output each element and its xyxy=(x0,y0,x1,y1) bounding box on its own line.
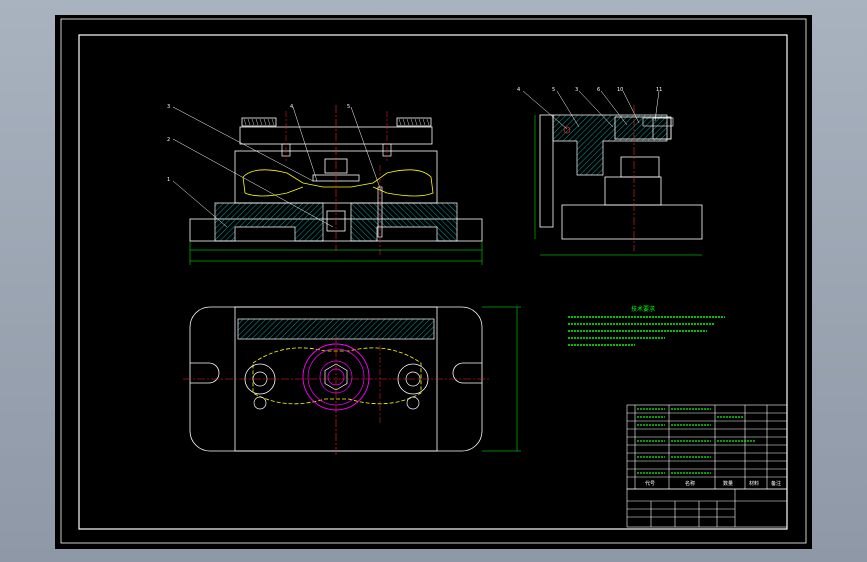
side-upright xyxy=(539,114,554,228)
balloon-front-3: 2 xyxy=(167,137,170,143)
title-cell-d: 材料 xyxy=(749,480,759,487)
side-nut xyxy=(620,156,660,178)
leader-5 xyxy=(350,106,382,192)
balloon-front-0: 3 xyxy=(167,104,170,110)
balloon-front-2: 5 xyxy=(347,104,350,110)
knurl-left xyxy=(243,118,275,126)
top-view xyxy=(183,306,521,455)
title-block xyxy=(626,404,788,528)
notes-title: 技术要求 xyxy=(631,305,655,313)
bom-row-text xyxy=(637,408,755,474)
balloon-side-3: 6 xyxy=(597,87,600,93)
side-view: 4 5 3 6 10 11 xyxy=(517,87,703,256)
lower-pin-right xyxy=(406,396,420,410)
balloon-front-4: 1 xyxy=(167,177,170,183)
body-hatch-left xyxy=(214,202,324,242)
workpiece-outline xyxy=(242,169,434,197)
cad-viewport[interactable]: 3 4 5 2 1 4 5 3 6 10 11 技术要求 代号 名称 数量 材料… xyxy=(55,15,812,549)
outer-frame xyxy=(60,18,807,544)
balloon-side-1: 5 xyxy=(552,87,555,93)
balloon-side-2: 3 xyxy=(575,87,578,93)
body-hatch-right xyxy=(350,202,458,242)
title-cell-a: 代号 xyxy=(645,480,655,487)
top-clamp-arm xyxy=(252,347,422,405)
knob-left xyxy=(241,117,277,127)
balloon-side-4: 10 xyxy=(617,87,623,93)
title-cell-e: 备注 xyxy=(771,480,781,487)
slot-left xyxy=(190,362,220,384)
side-base xyxy=(561,204,703,240)
knob-right xyxy=(396,117,432,127)
slot-right xyxy=(452,362,482,384)
front-view: 3 4 5 2 1 xyxy=(167,104,483,265)
title-cell-b: 名称 xyxy=(685,480,695,487)
balloon-front-1: 4 xyxy=(290,104,293,110)
lower-pin-left xyxy=(253,396,267,410)
balloon-side-5: 11 xyxy=(656,87,662,93)
knurl-right xyxy=(398,118,430,126)
side-flange xyxy=(604,176,662,206)
technical-notes: 技术要求 xyxy=(568,305,725,346)
title-cell-c: 数量 xyxy=(723,480,733,487)
engineering-drawing: 3 4 5 2 1 4 5 3 6 10 11 技术要求 代号 名称 数量 材料… xyxy=(60,18,807,544)
balloon-side-0: 4 xyxy=(517,87,520,93)
inner-frame xyxy=(78,34,788,530)
